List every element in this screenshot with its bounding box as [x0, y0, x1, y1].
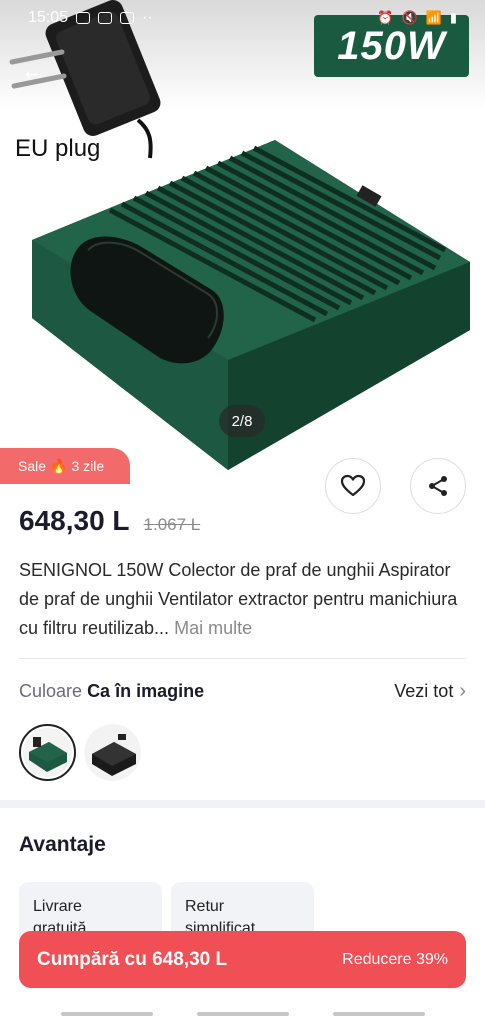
- current-price: 648,30 L: [19, 505, 130, 536]
- more-notifications: ··: [142, 9, 153, 26]
- color-option-selected[interactable]: [19, 724, 76, 781]
- battery-icon: ▮: [449, 10, 457, 25]
- chevron-right-icon: ›: [459, 679, 466, 702]
- nav-recent-button[interactable]: [61, 1012, 153, 1016]
- sale-label: Sale: [18, 458, 47, 474]
- image-counter: 2/8: [219, 405, 265, 437]
- color-selector-row[interactable]: Culoare Ca în imagine Vezi tot ›: [19, 678, 466, 704]
- nav-back-button[interactable]: [333, 1012, 425, 1016]
- alarm-icon: ⏰: [377, 10, 394, 25]
- mute-icon: 🔇: [401, 10, 418, 25]
- section-separator: [0, 800, 485, 808]
- wishlist-button[interactable]: [325, 458, 381, 514]
- color-label: Culoare: [19, 680, 83, 701]
- fire-icon: 🔥: [50, 457, 68, 474]
- discount-label: Reducere 39%: [342, 950, 448, 968]
- black-device-thumbnail: [84, 724, 141, 781]
- nav-home-button[interactable]: [197, 1012, 289, 1016]
- advantage-line: Retur: [185, 898, 225, 915]
- status-bar: 15:05 ·· ⏰ 🔇 📶 ▮: [0, 0, 485, 36]
- status-time: 15:05: [28, 9, 69, 26]
- divider: [19, 658, 466, 659]
- product-image-carousel[interactable]: 15:05 ·· ⏰ 🔇 📶 ▮ ← 150W EU plug 2/8: [0, 0, 485, 485]
- sale-days: 3 zile: [71, 458, 105, 474]
- heart-icon: [340, 474, 366, 497]
- buy-button[interactable]: Cumpără cu 648,30 L Reducere 39%: [19, 931, 466, 988]
- product-title: SENIGNOL 150W Colector de praf de unghii…: [19, 556, 469, 643]
- product-page: 15:05 ·· ⏰ 🔇 📶 ▮ ← 150W EU plug 2/8 Sale…: [0, 0, 485, 1024]
- wifi-icon: 📶: [425, 10, 442, 25]
- green-device-thumbnail: [23, 728, 72, 777]
- color-option[interactable]: [84, 724, 141, 781]
- share-icon: [429, 476, 447, 496]
- original-price: 1.067 L: [143, 515, 201, 534]
- more-link[interactable]: Mai multe: [174, 618, 252, 638]
- see-all-link[interactable]: Vezi tot ›: [394, 680, 466, 703]
- back-arrow-icon[interactable]: ←: [20, 56, 48, 84]
- notification-icon: [76, 12, 91, 24]
- see-all-label: Vezi tot: [394, 680, 454, 701]
- notification-icon: [120, 12, 135, 24]
- advantage-line: Livrare: [33, 898, 82, 915]
- price-row: 648,30 L 1.067 L: [19, 505, 200, 537]
- advantages-title: Avantaje: [19, 833, 106, 856]
- color-value: Ca în imagine: [87, 680, 205, 701]
- system-icons: ⏰ 🔇 📶 ▮: [377, 10, 457, 26]
- buy-label: Cumpără cu 648,30 L: [37, 948, 228, 970]
- sale-tag: Sale 🔥 3 zile: [0, 448, 130, 484]
- notification-icon: [98, 12, 113, 24]
- plug-label: EU plug: [15, 135, 101, 162]
- share-button[interactable]: [410, 458, 466, 514]
